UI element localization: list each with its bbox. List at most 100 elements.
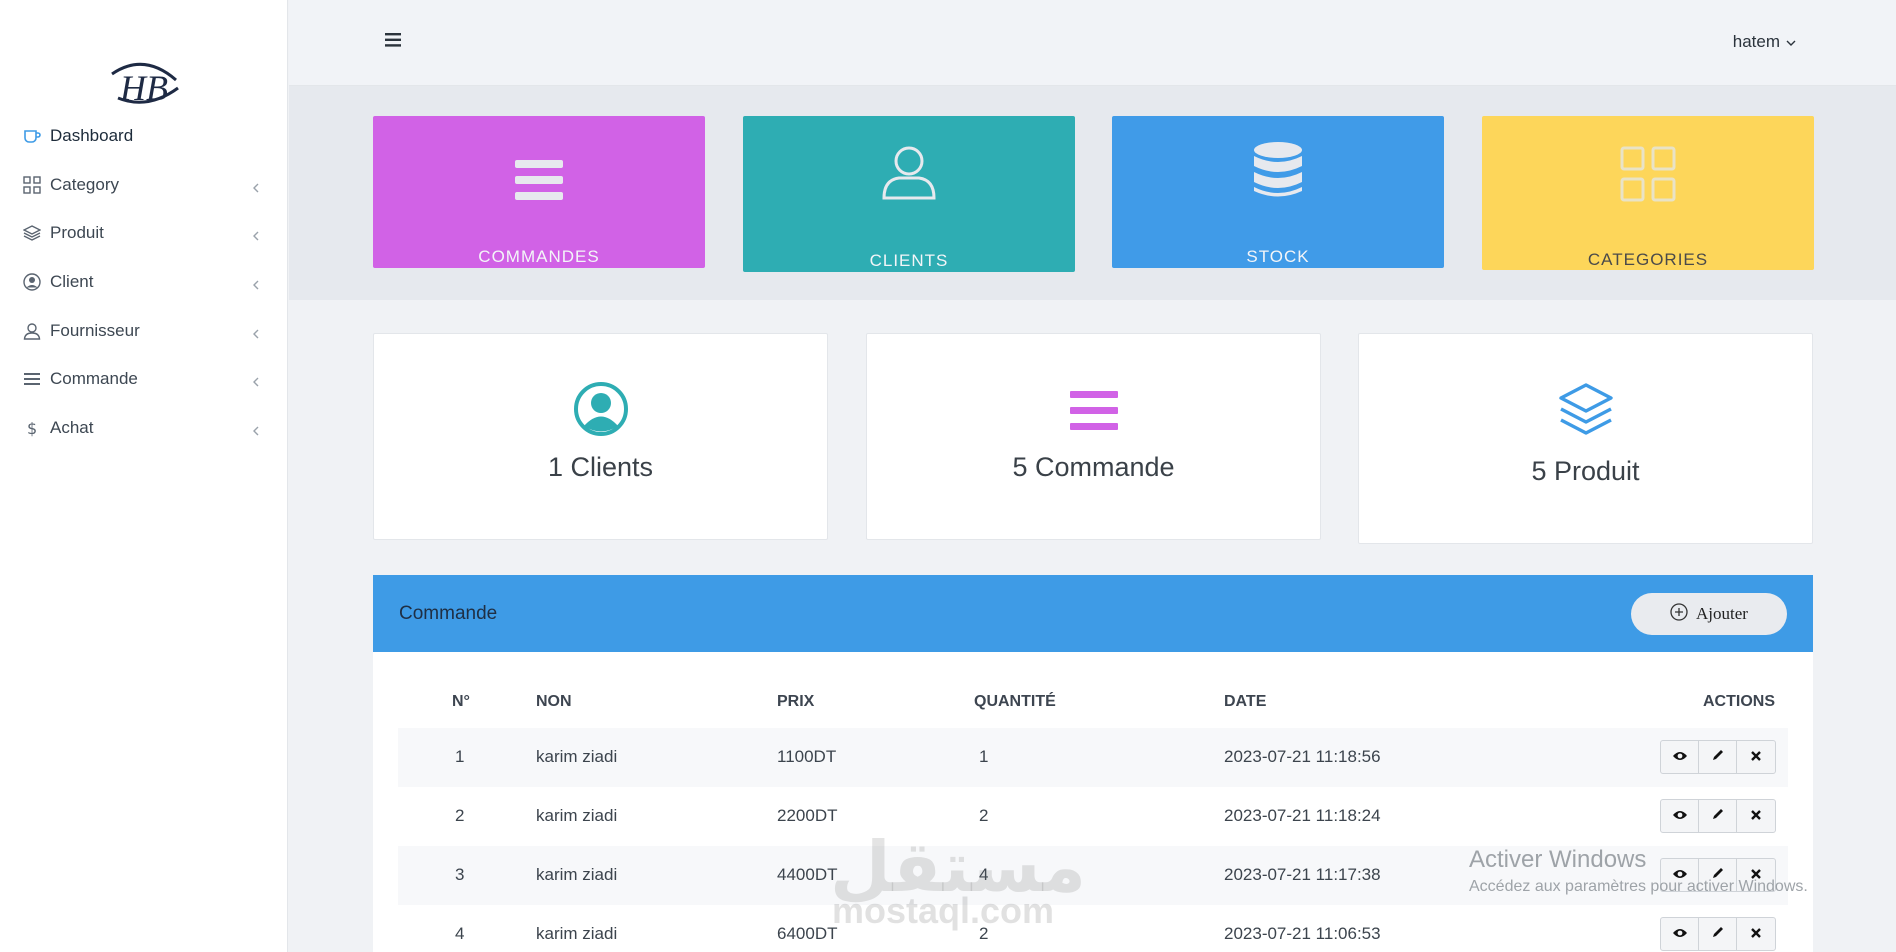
cell-date: 2023-07-21 11:06:53 <box>1224 924 1381 943</box>
sidebar-item-produit[interactable]: Produit <box>0 209 288 258</box>
tile-commandes[interactable]: COMMANDES <box>373 116 705 268</box>
cell-nom: karim ziadi <box>536 806 618 825</box>
plus-circle-icon <box>1670 602 1688 626</box>
cell-nom: karim ziadi <box>536 747 618 766</box>
eye-icon <box>1672 806 1688 826</box>
add-button[interactable]: Ajouter <box>1631 593 1787 635</box>
chevron-left-icon <box>250 276 262 290</box>
tile-label: COMMANDES <box>478 247 600 266</box>
windows-activation-title: Activer Windows <box>1469 846 1647 873</box>
list-icon <box>1066 383 1122 439</box>
user-icon <box>22 321 42 341</box>
tile-label: CLIENTS <box>869 251 949 270</box>
cell-number: 2 <box>455 806 465 825</box>
sidebar-item-label: Achat <box>50 417 94 437</box>
cell-number: 3 <box>455 865 465 884</box>
edit-button[interactable] <box>1699 918 1737 950</box>
stat-text: 5 Commande <box>1012 452 1175 482</box>
column-header: NON <box>536 693 572 710</box>
sidebar-item-label: Dashboard <box>50 126 134 146</box>
close-icon <box>1750 806 1762 826</box>
sidebar-item-label: Client <box>50 272 94 292</box>
chevron-left-icon <box>250 227 262 241</box>
view-button[interactable] <box>1661 741 1699 773</box>
tile-label: STOCK <box>1246 247 1310 266</box>
svg-text:HB: HB <box>119 68 168 108</box>
cell-date: 2023-07-21 11:18:56 <box>1224 747 1381 766</box>
sidebar-item-label: Category <box>50 174 119 194</box>
sidebar: HB Dashboard Category Produit Client Fou… <box>0 0 288 952</box>
list-icon <box>509 152 569 208</box>
chevron-down-icon <box>1786 32 1796 52</box>
column-header: DATE <box>1224 693 1267 710</box>
sidebar-item-dashboard[interactable]: Dashboard <box>0 112 288 161</box>
topbar: hatem <box>289 0 1896 86</box>
app-logo[interactable]: HB <box>104 54 184 114</box>
windows-activation-subtitle: Accédez aux paramètres pour activer Wind… <box>1469 878 1808 895</box>
list-icon <box>22 369 42 389</box>
cell-number: 1 <box>455 747 465 766</box>
shortcut-tiles: COMMANDES CLIENTS STOCK CATEGORIES <box>289 86 1896 300</box>
sidebar-item-commande[interactable]: Commande <box>0 355 288 404</box>
row-actions <box>1660 917 1776 951</box>
coffee-icon <box>22 126 42 146</box>
sidebar-item-category[interactable]: Category <box>0 161 288 210</box>
column-header: PRIX <box>777 693 815 710</box>
delete-button[interactable] <box>1737 800 1775 832</box>
cell-date: 2023-07-21 11:17:38 <box>1224 865 1381 884</box>
database-icon <box>1248 142 1308 198</box>
sidebar-nav: Dashboard Category Produit Client Fourni… <box>0 112 288 452</box>
dollar-icon: $ <box>22 418 42 438</box>
add-button-label: Ajouter <box>1696 604 1748 623</box>
sidebar-item-label: Commande <box>50 369 138 389</box>
cell-number: 4 <box>455 924 465 943</box>
cell-date: 2023-07-21 11:18:24 <box>1224 806 1381 825</box>
view-button[interactable] <box>1661 800 1699 832</box>
cell-quantite: 1 <box>979 747 989 766</box>
watermark-url: mostaql.com <box>832 890 1055 931</box>
tile-stock[interactable]: STOCK <box>1112 116 1444 268</box>
sidebar-item-client[interactable]: Client <box>0 258 288 307</box>
chevron-left-icon <box>250 422 262 436</box>
cell-prix: 6400DT <box>777 924 838 943</box>
table-row: 4 karim ziadi 6400DT 2 2023-07-21 11:06:… <box>398 905 1788 952</box>
stat-text: 5 Produit <box>1531 456 1640 486</box>
layers-icon <box>1558 382 1614 438</box>
stat-card-produits: 5 Produit <box>1358 333 1813 544</box>
tile-categories[interactable]: CATEGORIES <box>1482 116 1814 270</box>
layers-icon <box>22 223 42 243</box>
user-menu[interactable]: hatem <box>1733 32 1796 52</box>
tile-clients[interactable]: CLIENTS <box>743 116 1075 272</box>
edit-button[interactable] <box>1699 800 1737 832</box>
cell-nom: karim ziadi <box>536 924 618 943</box>
user-icon <box>879 144 939 200</box>
close-icon <box>1750 747 1762 767</box>
user-name: hatem <box>1732 32 1780 51</box>
hamburger-menu-icon[interactable] <box>385 33 403 49</box>
column-header: N° <box>452 693 470 710</box>
svg-text:$: $ <box>27 419 37 437</box>
pencil-icon <box>1711 924 1725 944</box>
sidebar-item-fournisseur[interactable]: Fournisseur <box>0 306 288 355</box>
pencil-icon <box>1711 806 1725 826</box>
cell-prix: 2200DT <box>777 806 838 825</box>
stat-card-clients: 1 Clients <box>373 333 828 540</box>
chevron-left-icon <box>250 179 262 193</box>
card-title: Commande <box>399 603 498 624</box>
sidebar-item-achat[interactable]: $ Achat <box>0 404 288 453</box>
user-circle-icon <box>573 381 629 437</box>
pencil-icon <box>1711 747 1725 767</box>
stat-text: 1 Clients <box>547 452 654 482</box>
card-header: Commande Ajouter <box>373 575 1813 652</box>
chevron-left-icon <box>250 325 262 339</box>
stat-card-commandes: 5 Commande <box>866 333 1321 540</box>
edit-button[interactable] <box>1699 741 1737 773</box>
table-row: 1 karim ziadi 1100DT 1 2023-07-21 11:18:… <box>398 728 1788 787</box>
delete-button[interactable] <box>1737 918 1775 950</box>
row-actions <box>1660 740 1776 774</box>
view-button[interactable] <box>1661 918 1699 950</box>
close-icon <box>1750 924 1762 944</box>
cell-nom: karim ziadi <box>536 865 618 884</box>
tile-label: CATEGORIES <box>1587 250 1709 269</box>
delete-button[interactable] <box>1737 741 1775 773</box>
